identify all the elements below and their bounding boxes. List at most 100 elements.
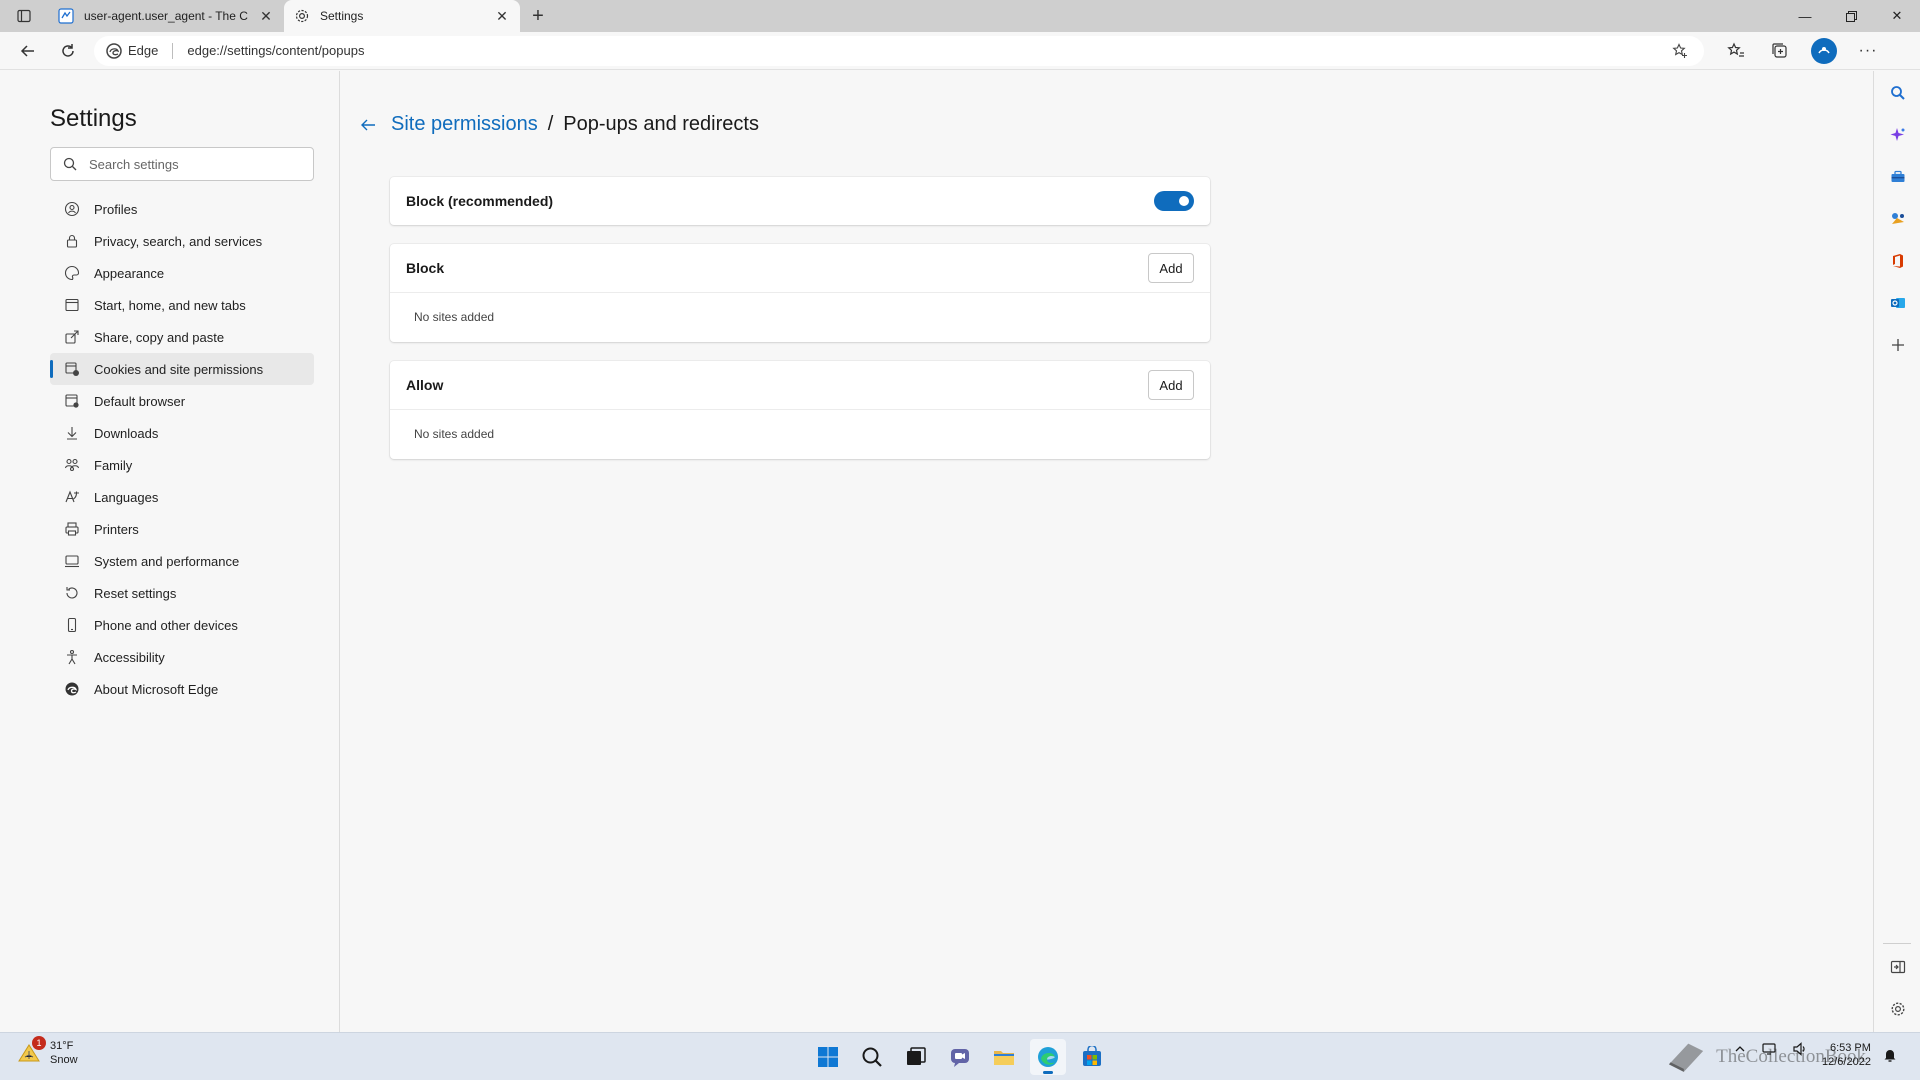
breadcrumb-separator: / xyxy=(547,113,554,135)
breadcrumb-site-permissions-link[interactable]: Site permissions xyxy=(391,113,538,136)
show-hidden-icons-button[interactable] xyxy=(1730,1039,1750,1059)
allow-add-button[interactable]: Add xyxy=(1148,370,1194,400)
weather-text: 31°F Snow xyxy=(50,1039,78,1067)
back-arrow-icon xyxy=(361,119,375,130)
back-button[interactable] xyxy=(8,35,48,67)
browser-toolbar: Edge edge://settings/content/popups ··· xyxy=(0,32,1920,70)
favorites-button[interactable] xyxy=(1714,35,1758,67)
sidebar-item-label: Printers xyxy=(94,521,139,537)
gear-icon xyxy=(1890,1002,1905,1016)
taskbar-search-button[interactable] xyxy=(854,1039,890,1075)
notifications-button[interactable] xyxy=(1882,1047,1898,1068)
collections-button[interactable] xyxy=(1758,35,1802,67)
sidebar-item-share-copy[interactable]: Share, copy and paste xyxy=(50,321,314,353)
add-favorite-button[interactable] xyxy=(1668,42,1692,59)
sidebar-add-button[interactable] xyxy=(1874,331,1920,359)
palette-icon xyxy=(64,265,80,281)
sidebar-games-button[interactable] xyxy=(1874,205,1920,233)
block-recommended-label: Block (recommended) xyxy=(406,193,554,209)
star-plus-icon xyxy=(1672,42,1687,58)
sidebar-item-start-home[interactable]: Start, home, and new tabs xyxy=(50,289,314,321)
sidebar-office-button[interactable] xyxy=(1874,247,1920,275)
block-add-button[interactable]: Add xyxy=(1148,253,1194,283)
volume-icon[interactable] xyxy=(1790,1039,1810,1059)
back-arrow-icon xyxy=(20,44,34,57)
address-url[interactable]: edge://settings/content/popups xyxy=(187,43,1660,58)
folder-icon xyxy=(994,1051,1014,1065)
restore-icon xyxy=(1845,10,1857,22)
tab-settings[interactable]: Settings ✕ xyxy=(284,0,520,32)
sidebar-item-label: Downloads xyxy=(94,425,159,441)
sidebar-item-about[interactable]: About Microsoft Edge xyxy=(50,673,314,705)
settings-sidebar: Settings Profiles Privacy, search, and s… xyxy=(0,71,340,1032)
sidebar-item-accessibility[interactable]: Accessibility xyxy=(50,641,314,673)
sidebar-item-languages[interactable]: Languages xyxy=(50,481,314,513)
clock-time: 6:53 PM xyxy=(1829,1042,1871,1054)
avatar-icon xyxy=(1818,46,1830,53)
tab-actions-button[interactable] xyxy=(0,0,48,32)
back-to-site-permissions-button[interactable] xyxy=(359,116,381,134)
sidebar-item-privacy[interactable]: Privacy, search, and services xyxy=(50,225,314,257)
sidebar-settings-button[interactable] xyxy=(1874,995,1920,1023)
windows-taskbar: 1 31°F Snow TheCollectionBook 6:53 PM 12… xyxy=(0,1032,1920,1080)
search-icon xyxy=(63,157,77,171)
search-icon xyxy=(1890,86,1905,100)
start-button[interactable] xyxy=(810,1039,846,1075)
sidebar-item-downloads[interactable]: Downloads xyxy=(50,417,314,449)
edge-icon xyxy=(64,681,80,697)
close-tab-icon[interactable]: ✕ xyxy=(494,8,510,24)
sidebar-item-label: Profiles xyxy=(94,201,138,217)
clock[interactable]: 6:53 PM 12/6/2022 xyxy=(1822,1041,1871,1069)
sidebar-search-button[interactable] xyxy=(1874,79,1920,107)
page-favicon-icon xyxy=(58,8,74,24)
store-button[interactable] xyxy=(1074,1039,1110,1075)
sidebar-item-reset[interactable]: Reset settings xyxy=(50,577,314,609)
block-list-header: Block Add xyxy=(390,244,1210,293)
sidebar-item-appearance[interactable]: Appearance xyxy=(50,257,314,289)
tab-user-agent[interactable]: user-agent.user_agent - The Coll ✕ xyxy=(48,0,284,32)
search-input[interactable] xyxy=(89,156,289,172)
weather-widget[interactable]: 1 31°F Snow xyxy=(16,1036,78,1067)
toolbar-right: ··· xyxy=(1714,35,1890,67)
address-bar[interactable]: Edge edge://settings/content/popups xyxy=(94,35,1704,66)
sidebar-item-cookies[interactable]: Cookies and site permissions xyxy=(50,353,314,385)
hide-sidebar-button[interactable] xyxy=(1874,953,1920,981)
windows-logo-icon xyxy=(818,1047,838,1067)
sidebar-item-phone[interactable]: Phone and other devices xyxy=(50,609,314,641)
allow-list-empty-text: No sites added xyxy=(414,427,495,441)
sidebar-item-system[interactable]: System and performance xyxy=(50,545,314,577)
edge-taskbar-button[interactable] xyxy=(1030,1039,1066,1075)
profile-button[interactable] xyxy=(1802,35,1846,67)
sidebar-outlook-button[interactable] xyxy=(1874,289,1920,317)
site-identity[interactable]: Edge xyxy=(106,42,158,59)
minimize-button[interactable]: — xyxy=(1782,0,1828,32)
sidebar-item-default-browser[interactable]: Default browser xyxy=(50,385,314,417)
sidebar-tools-button[interactable] xyxy=(1874,163,1920,191)
sidebar-item-family[interactable]: Family xyxy=(50,449,314,481)
restore-button[interactable] xyxy=(1828,0,1874,32)
more-menu-button[interactable]: ··· xyxy=(1846,35,1890,67)
sidebar-item-profiles[interactable]: Profiles xyxy=(50,193,314,225)
lock-icon xyxy=(64,233,80,249)
search-box[interactable] xyxy=(50,147,314,181)
file-explorer-button[interactable] xyxy=(986,1039,1022,1075)
teams-chat-button[interactable] xyxy=(942,1039,978,1075)
sidebar-item-label: Reset settings xyxy=(94,585,177,601)
sidebar-item-label: Appearance xyxy=(94,265,165,281)
plus-icon: + xyxy=(532,4,544,27)
network-icon[interactable] xyxy=(1760,1039,1780,1059)
block-recommended-toggle[interactable] xyxy=(1154,191,1194,211)
refresh-button[interactable] xyxy=(48,35,88,67)
new-tab-button[interactable]: + xyxy=(520,0,556,32)
sidebar-item-printers[interactable]: Printers xyxy=(50,513,314,545)
printer-icon xyxy=(64,521,80,537)
sidebar-item-label: Start, home, and new tabs xyxy=(94,297,246,313)
taskbar-apps xyxy=(810,1039,1110,1075)
allow-list-title: Allow xyxy=(406,377,444,393)
close-tab-icon[interactable]: ✕ xyxy=(258,8,274,24)
close-window-button[interactable]: ✕ xyxy=(1874,0,1920,32)
sidebar-discover-button[interactable] xyxy=(1874,121,1920,149)
sidebar-collapse-icon xyxy=(1890,960,1905,974)
task-view-button[interactable] xyxy=(898,1039,934,1075)
sidebar-item-label: About Microsoft Edge xyxy=(94,681,219,697)
